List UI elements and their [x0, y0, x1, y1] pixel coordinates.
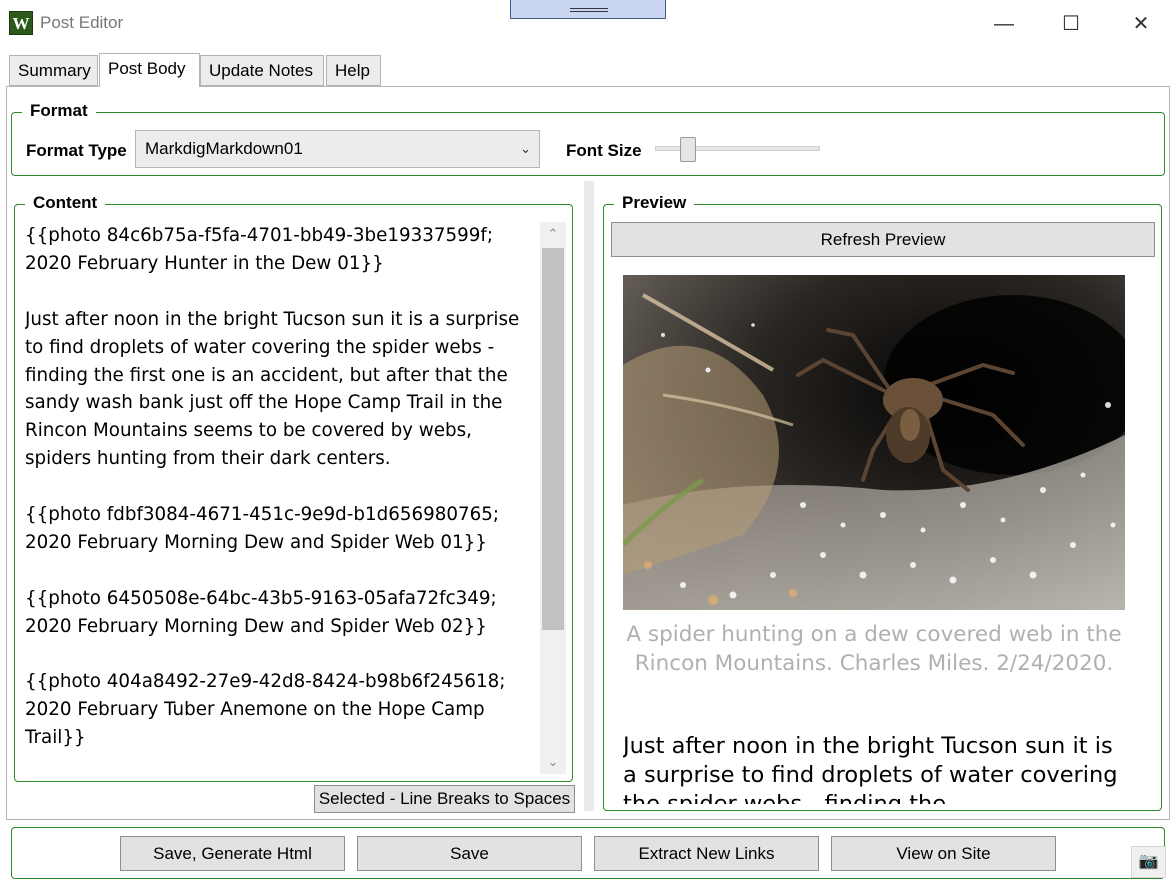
extract-new-links-button[interactable]: Extract New Links: [594, 836, 819, 871]
save-button[interactable]: Save: [357, 836, 582, 871]
tab-help[interactable]: Help: [326, 55, 381, 86]
font-size-label: Font Size: [566, 141, 642, 160]
save-generate-html-button[interactable]: Save, Generate Html: [120, 836, 345, 871]
chevron-down-icon: ⌄: [520, 141, 531, 156]
maximize-button[interactable]: ☐: [1048, 8, 1094, 40]
preview-photo: [623, 275, 1125, 610]
scroll-down-icon[interactable]: ⌄: [540, 750, 566, 774]
tab-post-body[interactable]: Post Body: [99, 53, 200, 87]
content-paragraph: {{photo fdbf3084-4671-451c-9e9d-b1d65698…: [25, 504, 500, 553]
content-paragraph: Just after noon in the bright Tucson sun…: [25, 308, 520, 470]
camera-icon[interactable]: 📷: [1131, 846, 1166, 878]
content-paragraph: {{photo 84c6b75a-f5fa-4701-bb49-3be19337…: [25, 225, 494, 274]
content-scrollbar[interactable]: ⌃ ⌄: [540, 222, 566, 774]
tab-update-notes[interactable]: Update Notes: [200, 55, 324, 86]
grip-icon: [570, 8, 608, 12]
content-paragraph: {{photo 6450508e-64bc-43b5-9163-05afa72f…: [25, 587, 497, 637]
font-size-slider-thumb[interactable]: [680, 137, 697, 162]
drag-handle[interactable]: [510, 0, 666, 19]
scroll-up-icon[interactable]: ⌃: [540, 222, 566, 246]
content-group-label: Content: [25, 193, 106, 213]
window-title: Post Editor: [40, 13, 124, 32]
line-breaks-to-spaces-button[interactable]: Selected - Line Breaks to Spaces: [314, 785, 575, 813]
refresh-preview-button[interactable]: Refresh Preview: [611, 222, 1155, 257]
preview-caption: A spider hunting on a dew covered web in…: [626, 622, 1122, 676]
scrollbar-thumb[interactable]: [542, 248, 564, 630]
close-button[interactable]: ✕: [1118, 8, 1164, 40]
view-on-site-button[interactable]: View on Site: [831, 836, 1056, 871]
preview-body-text: Just after noon in the bright Tucson sun…: [623, 733, 1118, 804]
format-type-select[interactable]: MarkdigMarkdown01 ⌄: [135, 130, 540, 168]
minimize-button[interactable]: —: [981, 8, 1027, 40]
tab-summary[interactable]: Summary: [9, 55, 98, 86]
format-group-label: Format: [22, 101, 96, 121]
panel-splitter[interactable]: [584, 181, 594, 811]
content-textarea[interactable]: {{photo 84c6b75a-f5fa-4701-bb49-3be19337…: [25, 222, 537, 772]
content-paragraph: {{photo 404a8492-27e9-42d8-8424-b98b6f24…: [25, 671, 506, 749]
format-type-label: Format Type: [26, 141, 127, 160]
preview-group-label: Preview: [614, 193, 695, 213]
app-icon: W: [9, 11, 33, 35]
format-type-value: MarkdigMarkdown01: [145, 139, 303, 158]
